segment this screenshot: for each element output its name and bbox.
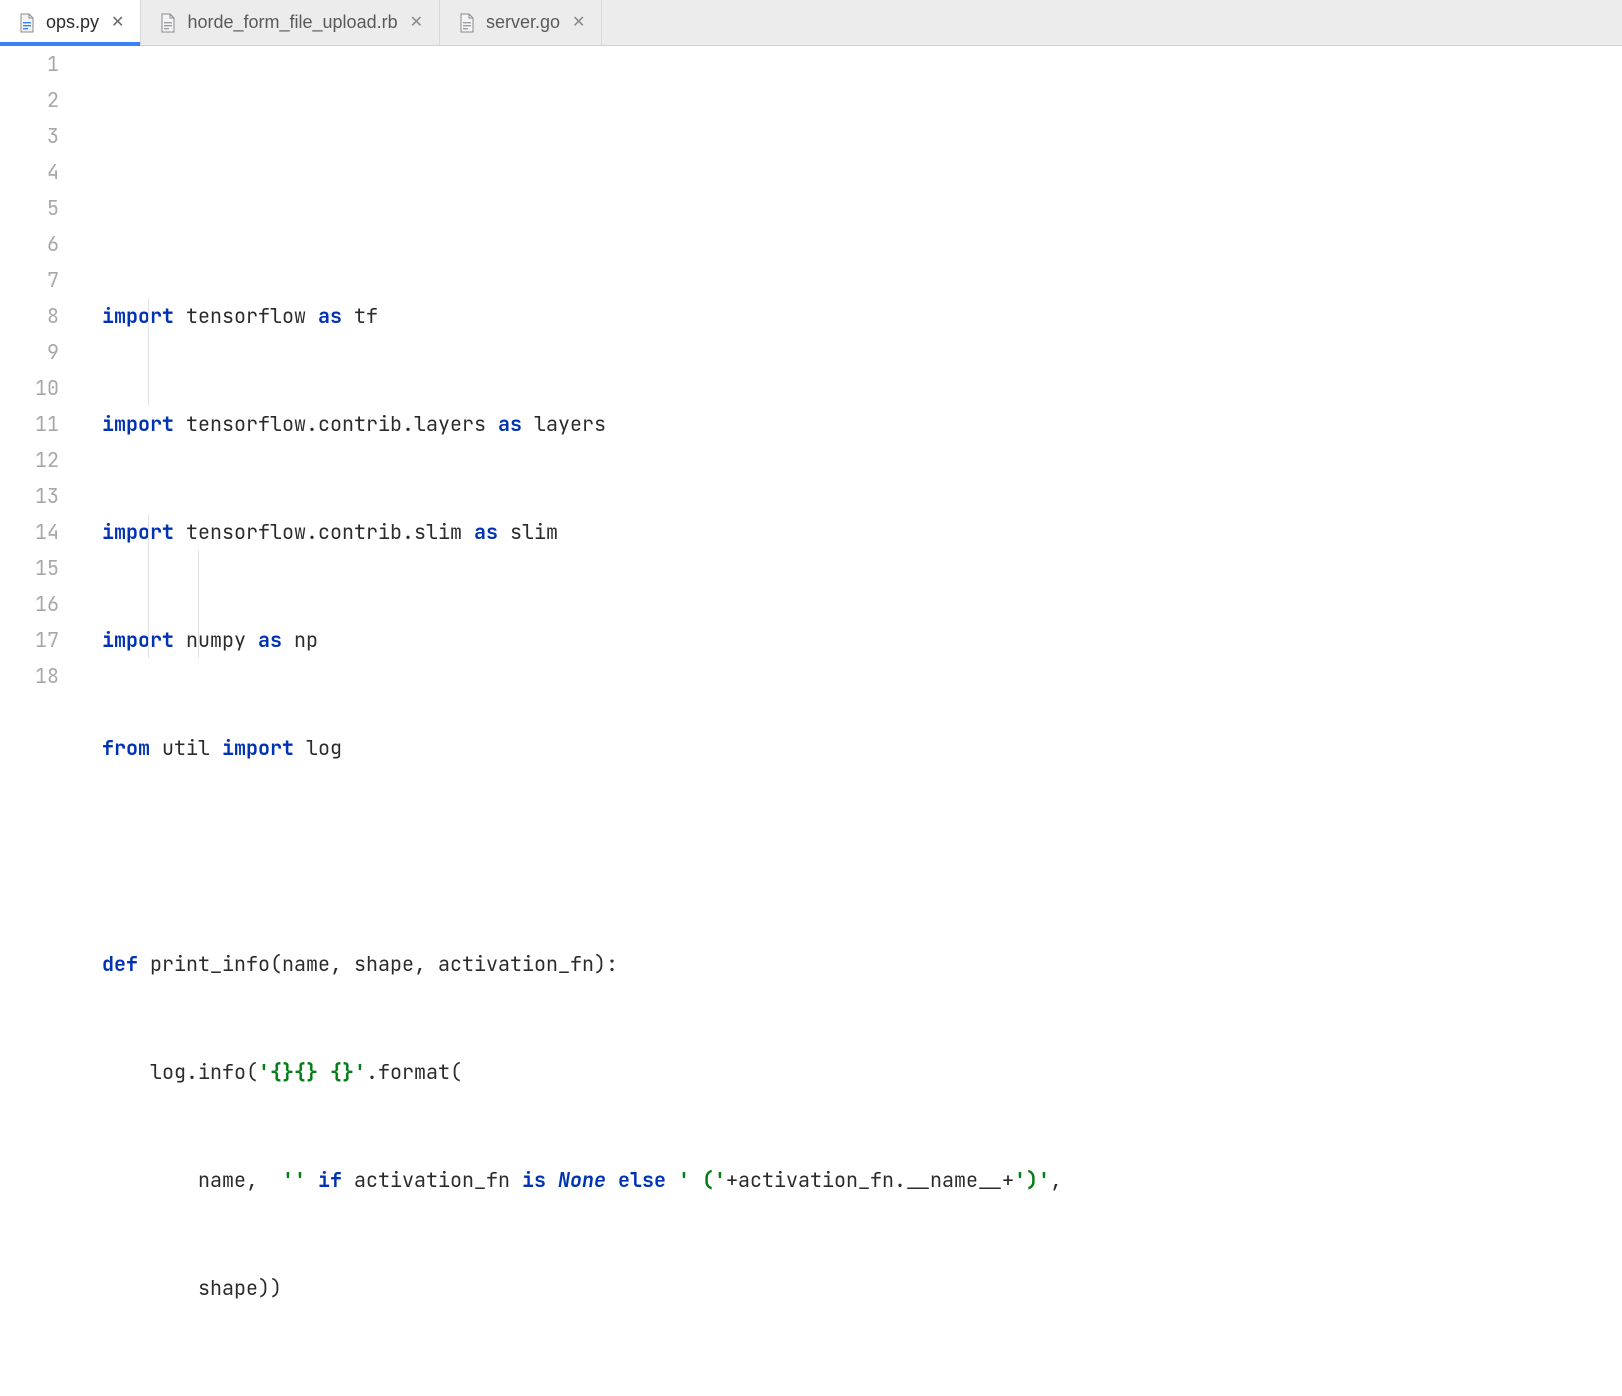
line-number: 9 [0, 334, 59, 370]
code-line: import tensorflow.contrib.layers as laye… [102, 406, 1622, 442]
close-icon[interactable]: ✕ [570, 15, 587, 31]
line-number: 10 [0, 370, 59, 406]
close-icon[interactable]: ✕ [408, 15, 425, 31]
line-number: 18 [0, 658, 59, 694]
code-line: log.info('{}{} {}'.format( [102, 1054, 1622, 1090]
line-number: 13 [0, 478, 59, 514]
tab-label: ops.py [46, 12, 99, 33]
code-line: shape)) [102, 1270, 1622, 1306]
tab-bar: ops.py ✕ horde_form_file_upload.rb ✕ ser… [0, 0, 1622, 46]
line-number: 2 [0, 82, 59, 118]
line-number: 1 [0, 46, 59, 82]
code-line: def print_info(name, shape, activation_f… [102, 946, 1622, 982]
close-icon[interactable]: ✕ [109, 15, 126, 31]
tab-label: server.go [486, 12, 560, 33]
line-number: 14 [0, 514, 59, 550]
code-line: import numpy as np [102, 622, 1622, 658]
file-icon [159, 13, 177, 33]
line-number: 12 [0, 442, 59, 478]
tab-label: horde_form_file_upload.rb [187, 12, 397, 33]
code-area[interactable]: import tensorflow as tf import tensorflo… [84, 46, 1622, 698]
line-number: 5 [0, 190, 59, 226]
code-line: from util import log [102, 730, 1622, 766]
line-number: 17 [0, 622, 59, 658]
line-number: 11 [0, 406, 59, 442]
tab-ops-py[interactable]: ops.py ✕ [0, 0, 141, 45]
code-line: import tensorflow as tf [102, 298, 1622, 334]
gutter: 123456789101112131415161718 [0, 46, 84, 698]
tab-horde-rb[interactable]: horde_form_file_upload.rb ✕ [141, 0, 440, 45]
line-number: 3 [0, 118, 59, 154]
line-number: 6 [0, 226, 59, 262]
file-icon [458, 13, 476, 33]
line-number: 8 [0, 298, 59, 334]
tab-server-go[interactable]: server.go ✕ [440, 0, 602, 45]
editor: 123456789101112131415161718 import tenso… [0, 46, 1622, 698]
file-icon [18, 13, 36, 33]
code-line: import tensorflow.contrib.slim as slim [102, 514, 1622, 550]
line-number: 7 [0, 262, 59, 298]
line-number: 15 [0, 550, 59, 586]
code-line [102, 1378, 1622, 1396]
line-number: 16 [0, 586, 59, 622]
line-number: 4 [0, 154, 59, 190]
code-line [102, 838, 1622, 874]
code-line: name, '' if activation_fn is None else '… [102, 1162, 1622, 1198]
